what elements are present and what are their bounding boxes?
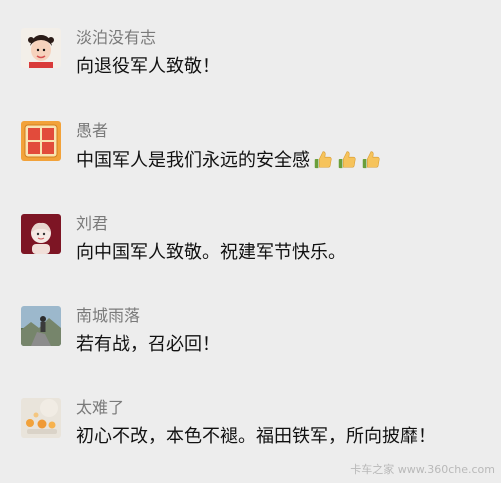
- avatar[interactable]: [21, 121, 61, 161]
- commenter-name[interactable]: 愚者: [76, 121, 108, 141]
- comment-item: 淡泊没有志 向退役军人致敬！: [0, 28, 501, 98]
- cartoon-girl-icon: [21, 214, 61, 254]
- child-photo-icon: [21, 28, 61, 68]
- avatar[interactable]: [21, 28, 61, 68]
- comment-text-content: 中国军人是我们永远的安全感: [76, 150, 310, 171]
- comment-text: 中国军人是我们永远的安全感: [76, 148, 382, 177]
- emoji-group: [310, 148, 382, 177]
- commenter-name[interactable]: 淡泊没有志: [76, 28, 156, 48]
- comment-text: 向退役军人致敬！: [76, 56, 220, 77]
- avatar[interactable]: [21, 398, 61, 438]
- comment-item: 南城雨落 若有战，召必回！: [0, 306, 501, 376]
- thumbs-up-icon: [362, 151, 380, 169]
- thumbs-up-icon: [338, 151, 356, 169]
- comment-item: 太难了 初心不改，本色不褪。福田铁军，所向披靡！: [0, 398, 501, 468]
- avatar[interactable]: [21, 306, 61, 346]
- commenter-name[interactable]: 太难了: [76, 398, 124, 418]
- thumbs-up-icon: [314, 151, 332, 169]
- good-luck-avatar-icon: [21, 121, 61, 161]
- avatar[interactable]: [21, 214, 61, 254]
- comment-text: 初心不改，本色不褪。福田铁军，所向披靡！: [76, 426, 436, 447]
- flower-photo-icon: [21, 398, 61, 438]
- commenter-name[interactable]: 南城雨落: [76, 306, 140, 326]
- comment-item: 愚者 中国军人是我们永远的安全感: [0, 121, 501, 191]
- comment-text: 若有战，召必回！: [76, 334, 220, 355]
- commenter-name[interactable]: 刘君: [76, 214, 108, 234]
- watermark: 卡车之家 www.360che.com: [350, 463, 495, 476]
- comment-text: 向中国军人致敬。祝建军节快乐。: [76, 242, 346, 263]
- hiker-photo-icon: [21, 306, 61, 346]
- comment-item: 刘君 向中国军人致敬。祝建军节快乐。: [0, 214, 501, 284]
